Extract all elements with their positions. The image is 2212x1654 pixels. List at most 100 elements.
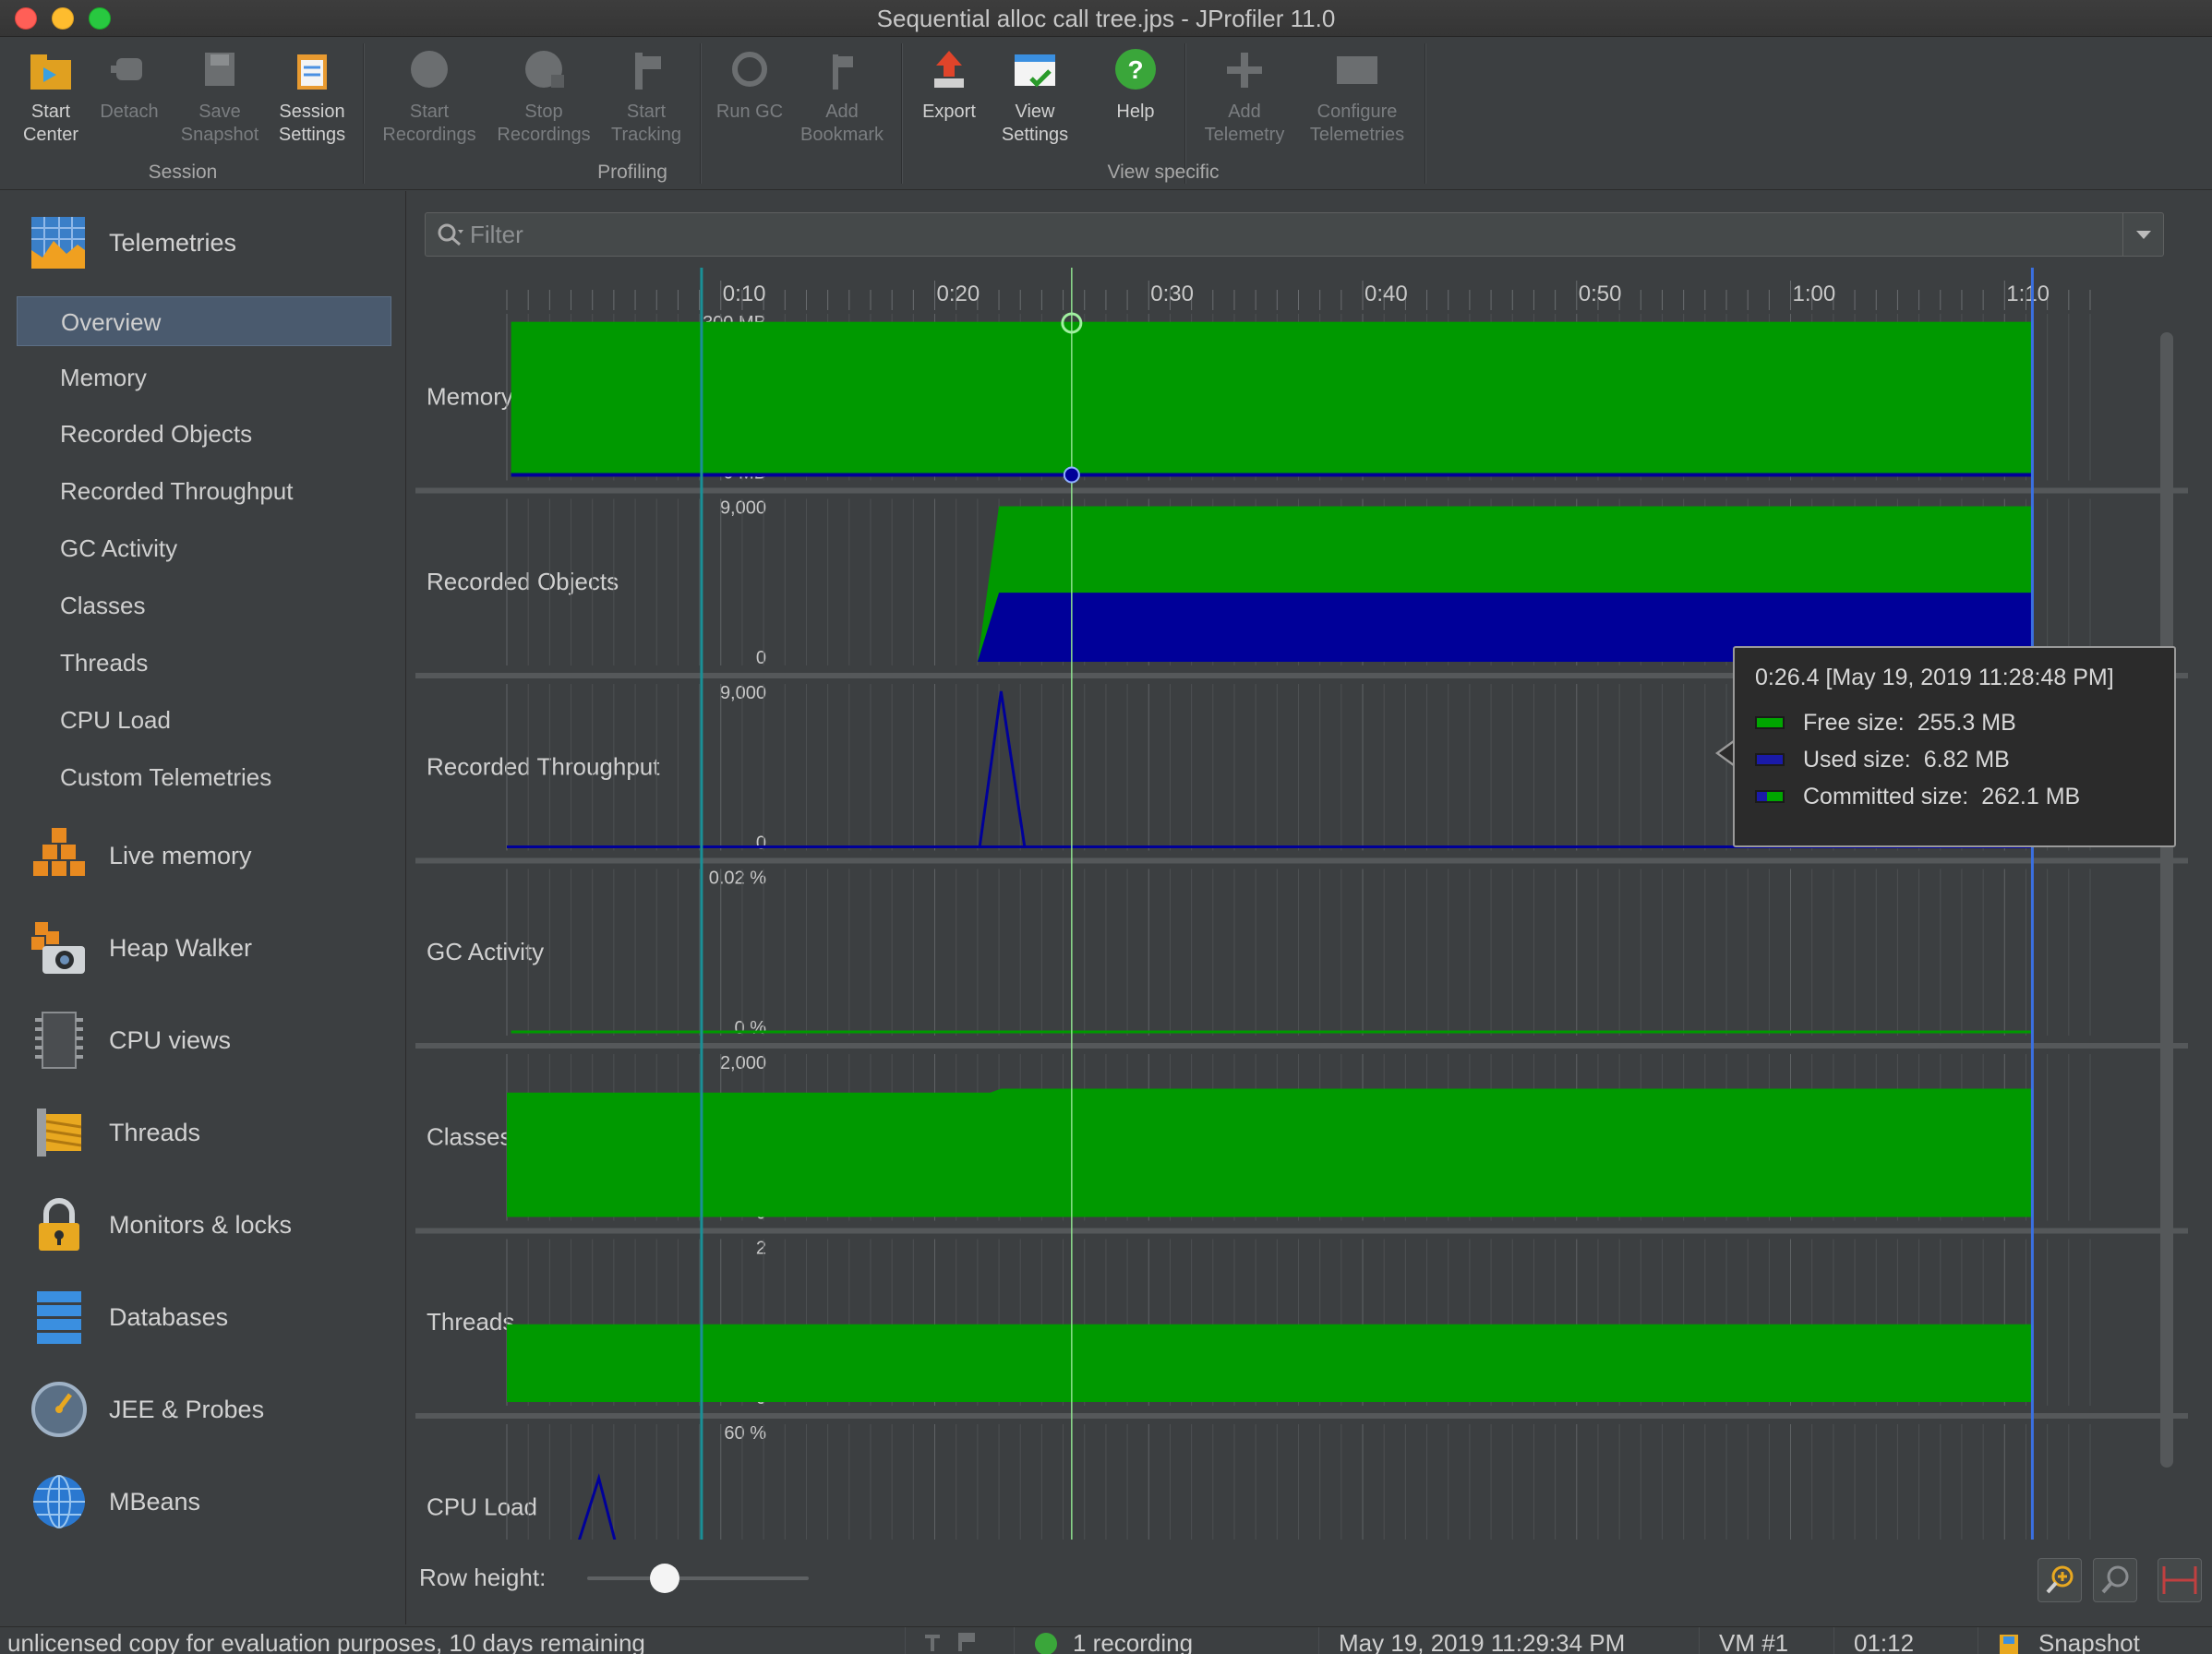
sidebar-section-monitors-locks[interactable]: Monitors & locks bbox=[0, 1184, 406, 1265]
recording-count[interactable]: 1 recording bbox=[1073, 1629, 1193, 1654]
help-button[interactable]: ? Help bbox=[1085, 47, 1186, 153]
sidebar-item-gc-activity[interactable]: GC Activity bbox=[17, 523, 391, 573]
title-bar: Sequential alloc call tree.jps - JProfil… bbox=[0, 0, 2212, 37]
session-settings-button[interactable]: Session Settings bbox=[261, 47, 363, 153]
view-settings-label-2: Settings bbox=[1001, 125, 1069, 145]
row-separator bbox=[415, 857, 2188, 864]
sidebar-item-classes[interactable]: Classes bbox=[17, 581, 391, 630]
sidebar-section-jee-probes[interactable]: JEE & Probes bbox=[0, 1369, 406, 1450]
status-separator bbox=[905, 1627, 906, 1654]
sidebar-item-cpu-load[interactable]: CPU Load bbox=[17, 695, 391, 745]
row-separator bbox=[415, 1043, 2188, 1049]
row-height-slider-knob[interactable] bbox=[650, 1564, 679, 1593]
zoom-out-button[interactable] bbox=[2093, 1558, 2137, 1602]
close-window-button[interactable] bbox=[15, 7, 37, 30]
status-separator bbox=[1833, 1627, 1834, 1654]
row-height-slider-track[interactable] bbox=[587, 1576, 809, 1580]
row-label: Recorded Throughput bbox=[427, 752, 660, 780]
start-tracking-label-2: Tracking bbox=[611, 125, 681, 145]
time-axis-label: 0:40 bbox=[1364, 282, 1408, 306]
sidebar-item-label: Overview bbox=[61, 308, 162, 336]
time-axis-background bbox=[415, 268, 2188, 310]
sidebar-section-databases[interactable]: Databases bbox=[0, 1276, 406, 1358]
run-gc-button[interactable]: Run GC bbox=[699, 47, 800, 153]
bookmark-icon bbox=[818, 47, 866, 95]
row-label: Recorded Objects bbox=[427, 568, 619, 595]
export-label: Export bbox=[922, 102, 976, 122]
start-tracking-button[interactable]: Start Tracking bbox=[595, 47, 697, 153]
sidebar-item-label: GC Activity bbox=[60, 534, 178, 562]
elapsed-time: 01:12 bbox=[1854, 1629, 1915, 1654]
maximize-window-button[interactable] bbox=[89, 7, 111, 30]
fit-width-button[interactable] bbox=[2158, 1558, 2202, 1602]
pin-icon[interactable] bbox=[923, 1631, 979, 1654]
toolbar-separator bbox=[1425, 43, 1426, 184]
status-separator bbox=[1318, 1627, 1319, 1654]
sidebar-section-label: CPU views bbox=[109, 1025, 232, 1054]
series-area bbox=[507, 1088, 2033, 1217]
lock-icon bbox=[30, 1195, 89, 1254]
start-center-label-2: Center bbox=[22, 125, 79, 145]
detach-button[interactable]: Detach bbox=[78, 47, 180, 153]
sidebar-section-cpu-views[interactable]: CPU views bbox=[0, 1000, 406, 1081]
y-axis-max-label: 9,000 bbox=[720, 683, 766, 703]
sidebar-item-label: Classes bbox=[60, 592, 146, 619]
row-separator bbox=[415, 1228, 2188, 1234]
filter-dropdown-button[interactable] bbox=[2122, 213, 2163, 256]
add-bookmark-label-2: Bookmark bbox=[799, 125, 884, 145]
sidebar-section-label: JEE & Probes bbox=[109, 1395, 265, 1423]
sidebar-section-threads[interactable]: Threads bbox=[0, 1092, 406, 1173]
start-center-label-1: Start bbox=[30, 102, 71, 122]
heap-walker-icon bbox=[30, 918, 89, 977]
session-settings-label-1: Session bbox=[279, 102, 345, 122]
folder-icon bbox=[27, 47, 75, 95]
sidebar-section-heap-walker[interactable]: Heap Walker bbox=[0, 907, 406, 989]
sidebar-section-label: MBeans bbox=[109, 1487, 201, 1516]
plus-icon bbox=[1220, 47, 1268, 95]
sidebar-section-telemetries[interactable]: Telemetries bbox=[0, 202, 406, 283]
row-separator bbox=[415, 487, 2188, 494]
filter-input[interactable] bbox=[470, 213, 2113, 256]
tooltip-value: 255.3 MB bbox=[1917, 709, 2016, 736]
search-icon[interactable] bbox=[437, 222, 464, 248]
add-bookmark-button[interactable]: Add Bookmark bbox=[791, 47, 893, 153]
stop-recordings-button[interactable]: Stop Recordings bbox=[493, 47, 595, 153]
sidebar-item-memory[interactable]: Memory bbox=[17, 353, 391, 402]
sidebar: Telemetries Overview Memory Recorded Obj… bbox=[0, 191, 406, 1624]
sidebar-item-overview[interactable]: Overview bbox=[17, 296, 391, 346]
stop-recordings-label-1: Stop bbox=[524, 102, 563, 122]
telemetry-chart-svg[interactable]: 0:100:200:300:400:501:001:10Memory300 MB… bbox=[415, 268, 2188, 1540]
save-snapshot-button[interactable]: Save Snapshot bbox=[169, 47, 270, 153]
add-telemetry-button[interactable]: Add Telemetry bbox=[1194, 47, 1295, 153]
toolbar: Start Center Detach Save Snapshot Sessio… bbox=[0, 38, 2212, 190]
start-recordings-label-2: Recordings bbox=[382, 125, 476, 145]
sidebar-item-threads[interactable]: Threads bbox=[17, 638, 391, 688]
y-axis-min-label: 0 % bbox=[735, 1018, 767, 1038]
time-axis-label: 1:00 bbox=[1793, 282, 1836, 306]
add-telemetry-label-1: Add bbox=[1228, 102, 1261, 122]
start-recordings-button[interactable]: Start Recordings bbox=[379, 47, 480, 153]
sidebar-item-recorded-objects[interactable]: Recorded Objects bbox=[17, 409, 391, 459]
telemetry-overview-chart[interactable]: 0:100:200:300:400:501:001:10Memory300 MB… bbox=[415, 268, 2188, 1540]
stop-recordings-label-2: Recordings bbox=[497, 125, 591, 145]
row-label: Threads bbox=[427, 1308, 514, 1336]
recording-status-icon bbox=[1034, 1633, 1058, 1654]
sidebar-item-custom-telemetries[interactable]: Custom Telemetries bbox=[17, 752, 391, 802]
toolbar-separator bbox=[363, 43, 365, 184]
zoom-in-button[interactable] bbox=[2038, 1558, 2082, 1602]
row-height-label: Row height: bbox=[419, 1564, 547, 1591]
view-settings-button[interactable]: View Settings bbox=[984, 47, 1086, 153]
sidebar-section-label: Heap Walker bbox=[109, 933, 253, 962]
tooltip-row-committed: Committed size: 262.1 MB bbox=[1755, 778, 2154, 815]
configure-telemetries-button[interactable]: Configure Telemetries bbox=[1297, 47, 1417, 153]
series-area bbox=[507, 1324, 2033, 1402]
sidebar-section-mbeans[interactable]: MBeans bbox=[0, 1461, 406, 1542]
stop-recordings-icon bbox=[520, 47, 568, 95]
sidebar-section-live-memory[interactable]: Live memory bbox=[0, 815, 406, 896]
minimize-window-button[interactable] bbox=[52, 7, 74, 30]
sidebar-item-label: Recorded Objects bbox=[60, 420, 253, 448]
y-axis-max-label: 2,000 bbox=[720, 1053, 766, 1073]
y-axis-max-label: 9,000 bbox=[720, 498, 766, 519]
sidebar-item-recorded-throughput[interactable]: Recorded Throughput bbox=[17, 466, 391, 516]
y-axis-max-label: 2 bbox=[756, 1239, 766, 1259]
